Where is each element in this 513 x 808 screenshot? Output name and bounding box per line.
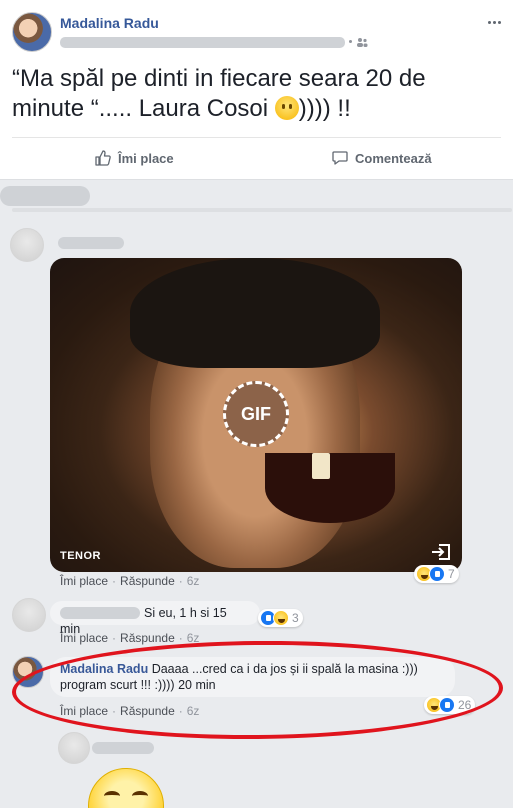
comment-time[interactable]: 6z [187, 574, 200, 588]
comment-like-link[interactable]: Îmi place [60, 631, 108, 645]
comment-like-link[interactable]: Îmi place [60, 574, 108, 588]
like-icon [429, 566, 445, 582]
reactions-summary[interactable]: 7 [414, 565, 459, 583]
more-options-icon[interactable] [487, 14, 501, 30]
tenor-label: TENOR [60, 550, 101, 562]
commenter-name-redacted[interactable] [58, 237, 124, 249]
author-avatar[interactable] [12, 12, 52, 52]
commenter-name-redacted[interactable] [92, 742, 154, 754]
dot-separator: · [112, 631, 117, 645]
commenter-avatar[interactable] [10, 228, 44, 262]
reaction-count: 7 [448, 567, 455, 581]
like-label: Îmi place [118, 150, 174, 166]
dot-separator: · [112, 574, 117, 588]
external-link-icon[interactable] [430, 542, 452, 562]
comment-button[interactable]: Comentează [331, 148, 432, 168]
laughing-emoji-sticker[interactable] [88, 768, 164, 808]
meta-separator [349, 40, 352, 43]
dot-separator: · [178, 574, 183, 588]
gif-mouth [265, 453, 395, 523]
dot-separator: · [178, 631, 183, 645]
post-text: “Ma spăl pe dinti in fiecare seara 20 de… [12, 64, 492, 124]
gif-tooth [312, 453, 330, 479]
divider [12, 137, 501, 138]
post-card: Madalina Radu “Ma spăl pe dinti in fieca… [0, 0, 513, 180]
comment-label: Comentează [355, 150, 432, 166]
comment-bubble: Si eu, 1 h si 15 min [50, 601, 260, 636]
commenter-avatar[interactable] [12, 598, 46, 632]
author-name[interactable]: Madalina Radu [60, 15, 159, 31]
haha-icon [273, 610, 289, 626]
post-text-end: )))) !! [298, 95, 351, 122]
reactions-summary[interactable]: 3 [258, 609, 303, 627]
redacted-bar [12, 208, 512, 212]
commenter-name-redacted[interactable] [60, 607, 140, 619]
like-button[interactable]: Îmi place [94, 148, 174, 168]
comment-reply-link[interactable]: Răspunde [120, 631, 175, 645]
comment-icon [332, 151, 348, 165]
gif-image[interactable]: GIF TENOR [50, 258, 462, 572]
post-text-main: “Ma spăl pe dinti in fiecare seara 20 de… [12, 65, 426, 122]
gif-hair [130, 258, 380, 368]
smile-emoji-icon [274, 96, 299, 120]
comment-reply-link[interactable]: Răspunde [120, 574, 175, 588]
thumbs-up-icon [95, 150, 111, 166]
commenter-avatar[interactable] [58, 732, 90, 764]
friends-icon[interactable] [356, 37, 368, 48]
post-meta-redacted [60, 37, 345, 48]
gif-play-badge[interactable]: GIF [223, 381, 289, 447]
red-highlight-annotation [11, 638, 504, 742]
comment-actions: Îmi place · Răspunde · 6z [60, 631, 199, 645]
redacted-previous-comments [0, 186, 90, 206]
reaction-count: 3 [292, 611, 299, 625]
comment-actions: Îmi place · Răspunde · 6z [60, 574, 199, 588]
